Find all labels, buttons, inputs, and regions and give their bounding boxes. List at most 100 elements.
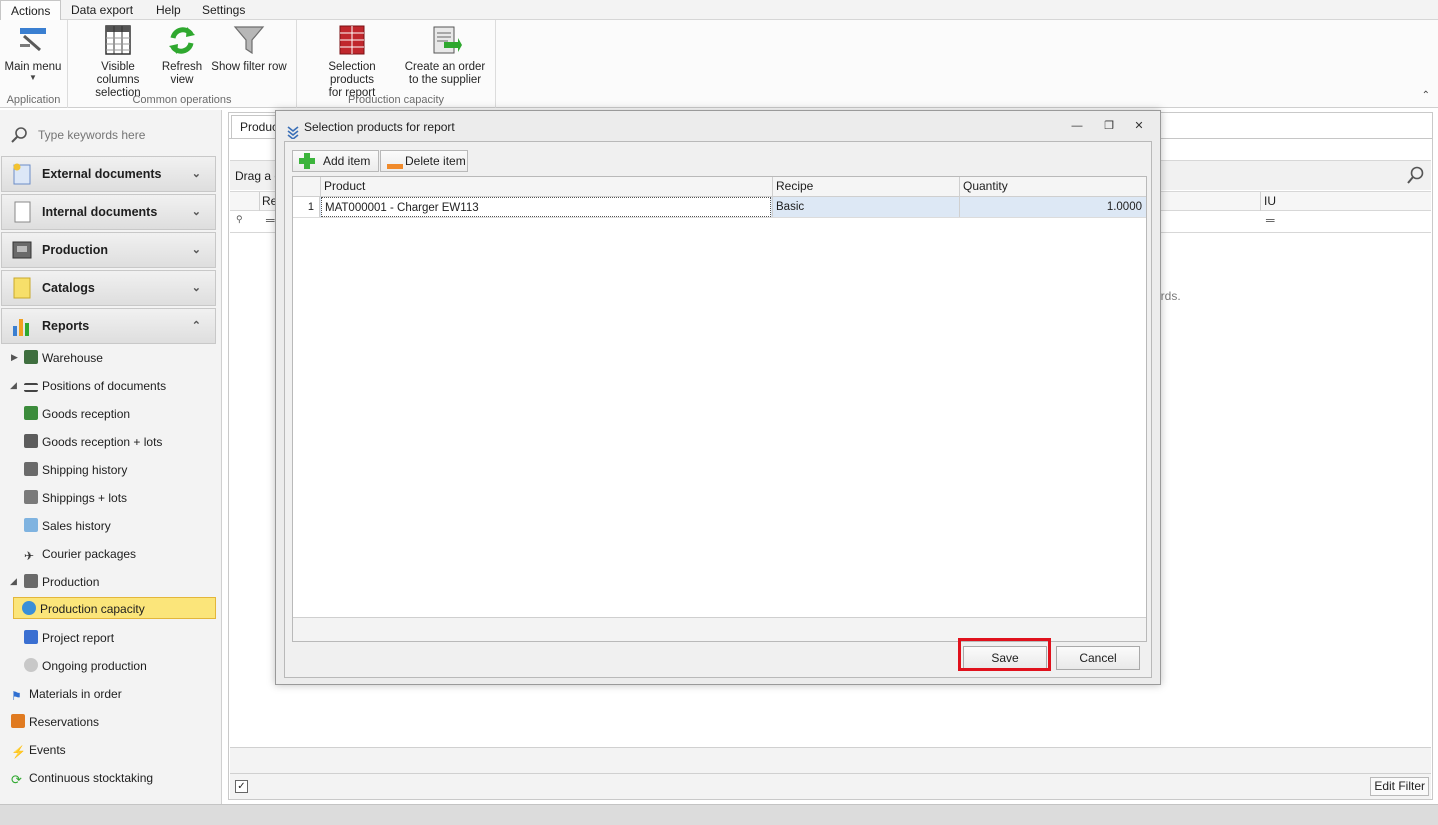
column-header-iu[interactable]: IU <box>1260 192 1276 211</box>
minus-icon <box>386 157 404 177</box>
nav-section-internal-documents[interactable]: Internal documents ⌄ <box>1 194 216 230</box>
create-order-button[interactable]: Create an order to the supplier <box>403 24 487 87</box>
search-input[interactable] <box>36 127 206 143</box>
tree-item-ongoing-production[interactable]: Ongoing production <box>24 655 147 677</box>
filter-enabled-checkbox[interactable]: ✓ <box>235 780 248 793</box>
chevron-down-icon: ⌄ <box>191 244 201 256</box>
chevron-up-icon: ⌃ <box>191 320 201 332</box>
nav-section-label: Reports <box>42 319 90 333</box>
tree-item-positions-of-documents[interactable]: Positions of documents <box>24 375 166 397</box>
tree-item-production[interactable]: Production <box>24 571 99 593</box>
collapse-ribbon-icon[interactable]: ⌃ <box>1422 90 1430 101</box>
minimize-icon[interactable]: — <box>1070 120 1084 132</box>
filter-bar: ✓ Edit Filter <box>230 773 1431 799</box>
tree-item-label: Warehouse <box>42 351 103 365</box>
project-icon <box>24 630 38 644</box>
tab-settings[interactable]: Settings <box>192 0 255 20</box>
tree-item-reservations[interactable]: Reservations <box>11 711 99 733</box>
dialog-body: Add item Delete item Product Recipe Quan… <box>284 141 1152 678</box>
table-row[interactable]: 1 MAT000001 - Charger EW113 Basic 1.0000 <box>293 197 1146 218</box>
sidebar-search[interactable] <box>8 124 213 146</box>
tree-item-goods-reception[interactable]: Goods reception <box>24 403 130 425</box>
search-icon[interactable] <box>1405 165 1425 188</box>
filter-pin-icon: ⚲ <box>236 214 243 224</box>
tree-item-materials-in-order[interactable]: ⚑ Materials in order <box>11 683 122 705</box>
main-menu-button[interactable]: Main menu ▼ <box>4 24 62 82</box>
tree-item-label: Production capacity <box>40 602 145 616</box>
tree-item-goods-reception-lots[interactable]: Goods reception + lots <box>24 431 162 453</box>
show-filter-row-label: Show filter row <box>211 61 287 73</box>
expand-arrow-icon[interactable]: ▶ <box>11 352 18 363</box>
tree-item-events[interactable]: ⚡ Events <box>11 739 66 761</box>
column-header-product[interactable]: Product <box>320 177 772 197</box>
tree-item-sales-history[interactable]: Sales history <box>24 515 111 537</box>
tree-item-label: Continuous stocktaking <box>29 771 154 785</box>
gear-icon <box>24 658 38 672</box>
selection-products-button[interactable]: Selection products for report <box>305 24 399 100</box>
recipe-cell[interactable]: Basic <box>772 197 959 217</box>
add-item-label: Add item <box>323 154 371 168</box>
tree-item-production-capacity[interactable]: Production capacity <box>13 597 216 619</box>
add-item-button[interactable]: Add item <box>292 150 379 172</box>
column-header-quantity[interactable]: Quantity <box>959 177 1146 197</box>
edit-filter-button[interactable]: Edit Filter <box>1370 777 1429 796</box>
tree-item-label: Project report <box>42 631 115 645</box>
nav-section-external-documents[interactable]: External documents ⌄ <box>1 156 216 192</box>
nav-section-catalogs[interactable]: Catalogs ⌄ <box>1 270 216 306</box>
cancel-button[interactable]: Cancel <box>1056 646 1140 670</box>
machine-icon <box>10 238 34 262</box>
visible-columns-button[interactable]: Visible columns selection <box>80 24 156 100</box>
list-icon <box>24 383 38 392</box>
visible-columns-label-1: Visible columns <box>96 61 140 86</box>
nav-section-label: Internal documents <box>42 205 158 219</box>
tree-item-label: Events <box>29 743 66 757</box>
nav-section-reports[interactable]: Reports ⌃ <box>1 308 216 344</box>
show-filter-row-button[interactable]: Show filter row <box>210 24 288 74</box>
tree-item-continuous-stocktaking[interactable]: ⟳ Continuous stocktaking <box>11 767 153 789</box>
tree-item-warehouse[interactable]: Warehouse <box>24 347 103 369</box>
tree-item-courier-packages[interactable]: ✈ Courier packages <box>24 543 136 565</box>
nav-section-production[interactable]: Production ⌄ <box>1 232 216 268</box>
airplane-icon: ✈ <box>24 549 35 563</box>
close-icon[interactable]: ✕ <box>1132 120 1146 132</box>
machine-icon <box>24 574 38 588</box>
main-menu-dropdown-icon: ▼ <box>29 73 37 82</box>
table-columns-icon <box>101 24 135 56</box>
tree-item-label: Goods reception <box>42 407 131 421</box>
tab-help[interactable]: Help <box>146 0 191 20</box>
tree-item-label: Ongoing production <box>42 659 147 673</box>
ribbon-group-common: Visible columns selection Refresh view S… <box>68 20 297 108</box>
quantity-cell[interactable]: 1.0000 <box>959 197 1146 217</box>
products-grid-header: Product Recipe Quantity <box>293 177 1146 197</box>
collapse-arrow-icon[interactable]: ◢ <box>10 380 17 391</box>
tab-data-export[interactable]: Data export <box>61 0 143 20</box>
column-header-recipe[interactable]: Recipe <box>772 177 960 197</box>
nav-section-label: Production <box>42 243 108 257</box>
refresh-view-button[interactable]: Refresh view <box>160 24 204 87</box>
tree-item-label: Goods reception + lots <box>42 435 163 449</box>
dialog-title-bar: Selection products for report <box>276 111 1160 141</box>
tab-actions[interactable]: Actions <box>0 0 62 21</box>
refresh-label-2: view <box>170 74 194 86</box>
main-menu-label: Main menu <box>4 61 62 73</box>
shipping-lots-icon <box>24 490 38 504</box>
group-panel-hint: Drag a c <box>235 169 281 183</box>
goods-lots-icon <box>24 434 38 448</box>
ribbon: Main menu ▼ Application Visible columns … <box>0 20 1438 108</box>
row-number: 1 <box>293 197 320 217</box>
tree-item-project-report[interactable]: Project report <box>24 627 114 649</box>
product-cell[interactable]: MAT000001 - Charger EW113 <box>321 197 771 217</box>
document-star-icon <box>10 162 34 186</box>
flag-icon: ⚑ <box>11 689 22 703</box>
chevron-down-icon: ⌄ <box>191 206 201 218</box>
tree-item-shipping-history[interactable]: Shipping history <box>24 459 127 481</box>
group-label-application: Application <box>6 94 61 106</box>
restore-icon[interactable]: ❐ <box>1102 120 1116 132</box>
collapse-arrow-icon[interactable]: ◢ <box>10 576 17 587</box>
delete-item-button[interactable]: Delete item <box>380 150 468 172</box>
equals-icon: ═ <box>1266 213 1275 227</box>
create-order-label-2: to the supplier <box>408 74 482 86</box>
tree-item-shippings-lots[interactable]: Shippings + lots <box>24 487 127 509</box>
ribbon-tab-bar: Actions Data export Help Settings <box>0 0 1438 21</box>
ribbon-group-production-capacity: Selection products for report Create an … <box>297 20 496 108</box>
